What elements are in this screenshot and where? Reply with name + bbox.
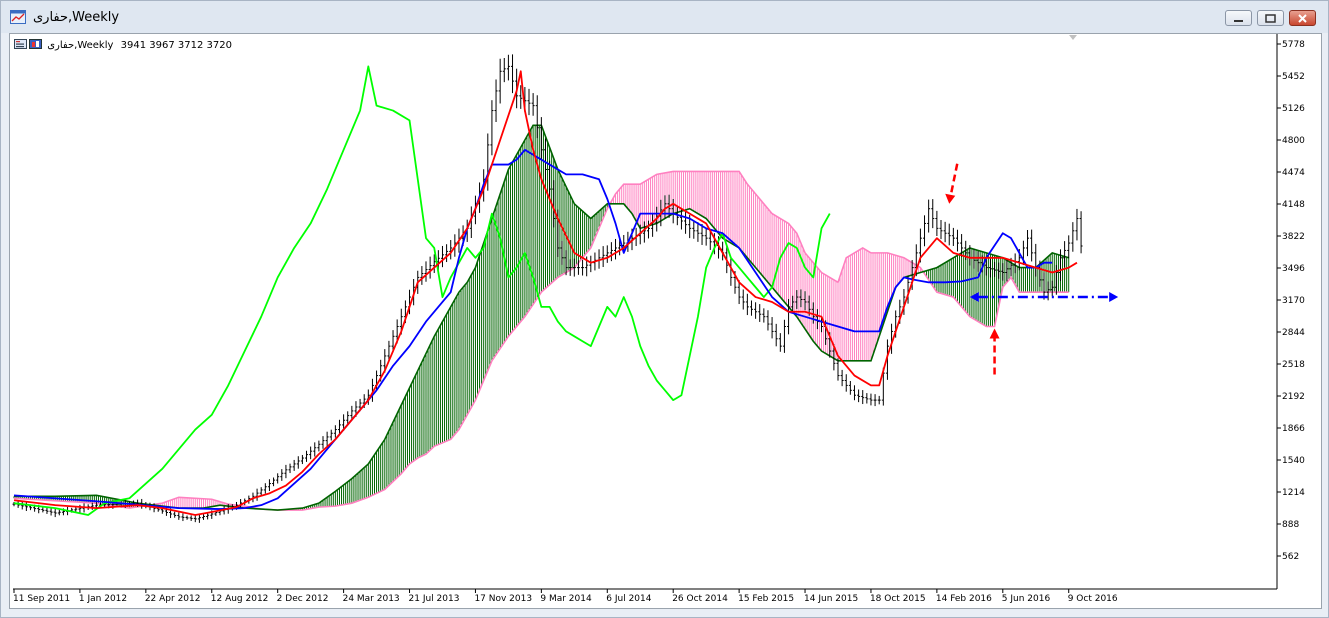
y-tick-label: 3170	[1282, 296, 1305, 306]
y-tick-label: 1540	[1282, 456, 1305, 466]
x-tick-label: 9 Oct 2016	[1068, 594, 1118, 604]
y-tick-label: 2518	[1282, 360, 1305, 370]
x-tick-label: 17 Nov 2013	[474, 594, 532, 604]
scroll-marker-icon	[1069, 35, 1077, 40]
x-tick-label: 26 Oct 2014	[672, 594, 728, 604]
x-tick-label: 2 Dec 2012	[277, 594, 329, 604]
x-tick-label: 9 Mar 2014	[540, 594, 592, 604]
indicator-lines	[13, 65, 1078, 516]
ichimoku-chart[interactable]: 5778 5452 5126 4800 4474 4148 3822 3496 3170 2844…	[1, 1, 1328, 617]
y-tick-label: 4148	[1282, 200, 1305, 210]
y-tick-label: 2844	[1282, 328, 1305, 338]
y-tick-label: 1866	[1282, 424, 1305, 434]
y-tick-label: 3822	[1282, 232, 1305, 242]
axes: 5778 5452 5126 4800 4474 4148 3822 3496 3170 2844…	[13, 34, 1305, 604]
y-tick-label: 1214	[1282, 488, 1305, 498]
y-tick-label: 5126	[1282, 104, 1305, 114]
kumo-cloud	[13, 124, 1070, 511]
y-tick-label: 5778	[1282, 40, 1305, 50]
x-tick-label: 14 Feb 2016	[936, 594, 992, 604]
x-tick-label: 1 Jan 2012	[79, 594, 127, 604]
annotation-arrowhead	[945, 193, 956, 204]
y-tick-label: 4474	[1282, 168, 1305, 178]
x-tick-label: 12 Aug 2012	[211, 594, 269, 604]
y-tick-label: 2192	[1282, 392, 1305, 402]
y-tick-label: 562	[1282, 552, 1299, 562]
annotation-arrowhead	[989, 328, 1000, 339]
x-tick-label: 6 Jul 2014	[606, 594, 651, 604]
y-tick-label: 888	[1282, 520, 1299, 530]
x-tick-label: 22 Apr 2012	[145, 594, 201, 604]
x-tick-label: 14 Jun 2015	[804, 594, 858, 604]
y-tick-label: 5452	[1282, 72, 1305, 82]
x-tick-label: 18 Oct 2015	[870, 594, 926, 604]
chart-window: حفاری,Weekly حفاری,Weekly 3941 3967 3712…	[0, 0, 1329, 618]
x-tick-label: 21 Jul 2013	[409, 594, 460, 604]
x-tick-label: 5 Jun 2016	[1002, 594, 1051, 604]
y-tick-label: 3496	[1282, 264, 1305, 274]
annotation-arrowhead-right	[1109, 292, 1119, 303]
annotation-arrow-down	[949, 163, 959, 199]
x-tick-label: 15 Feb 2015	[738, 594, 794, 604]
x-tick-label: 11 Sep 2011	[13, 594, 70, 604]
y-tick-label: 4800	[1282, 136, 1305, 146]
price-bars	[12, 54, 1083, 523]
x-tick-label: 24 Mar 2013	[343, 594, 400, 604]
